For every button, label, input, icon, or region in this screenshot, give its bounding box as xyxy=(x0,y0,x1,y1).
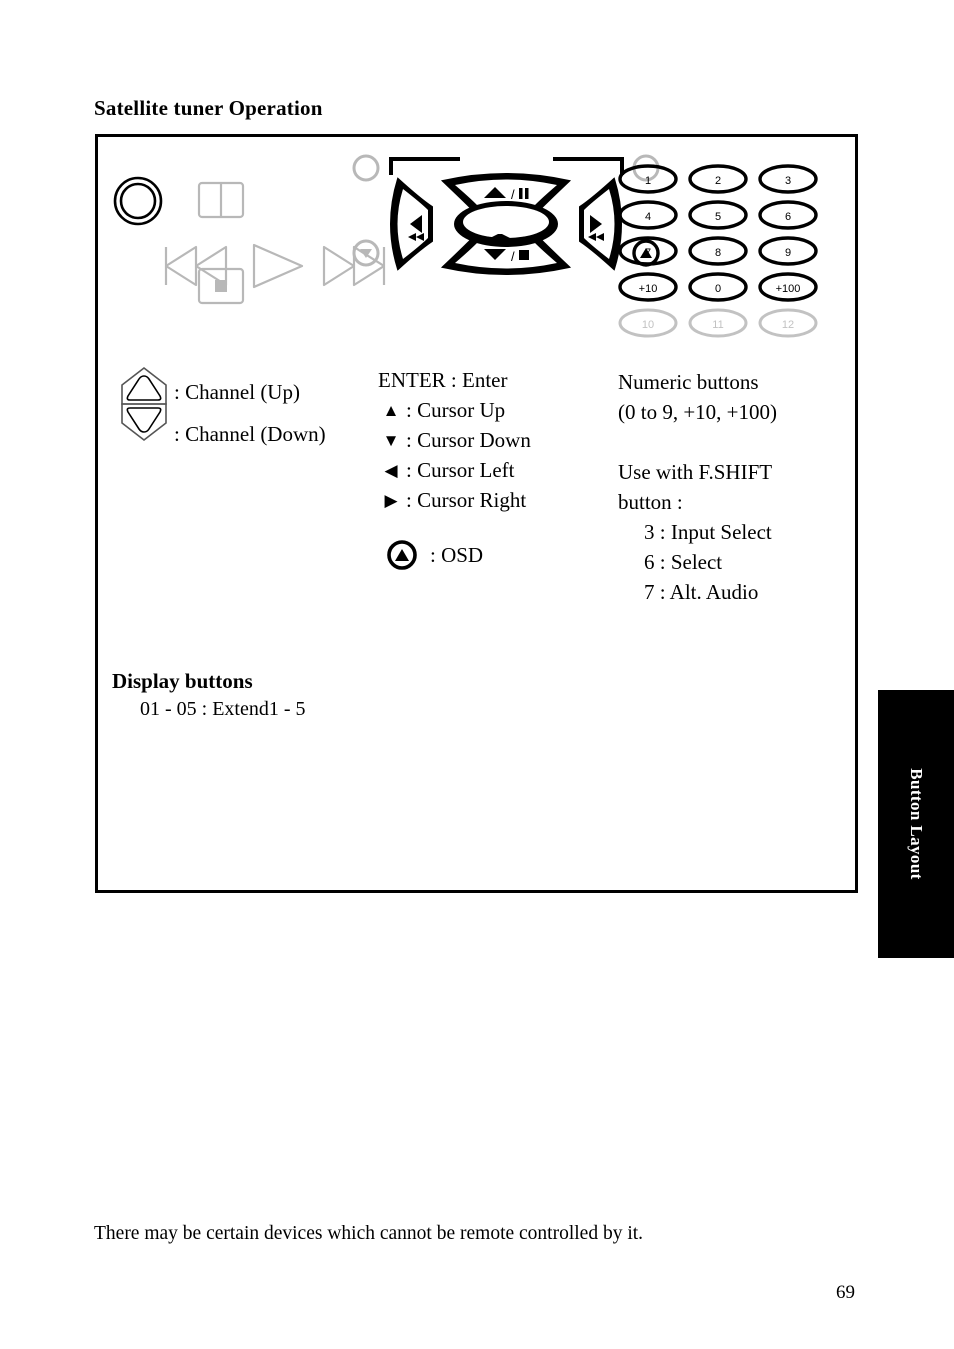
fshift-item: 6 : Select xyxy=(644,550,723,575)
stop-button-icon xyxy=(197,267,245,305)
svg-text:8: 8 xyxy=(715,247,721,259)
osd-legend-label: : OSD xyxy=(430,543,484,568)
side-tab-label: Button Layout xyxy=(907,768,926,880)
fshift-line-1: Use with F.SHIFT xyxy=(618,460,773,485)
channel-legend-labels: : Channel (Up) : Channel (Down) xyxy=(174,365,326,455)
legend-row-cursor-up: ▲ : Cursor Up xyxy=(378,395,618,425)
channel-legend-block: : Channel (Up) : Channel (Down) xyxy=(114,365,384,455)
svg-text:2: 2 xyxy=(715,175,721,187)
svg-text:3: 3 xyxy=(785,175,791,187)
navpad-bracket-left xyxy=(389,157,460,175)
numeric-keypad: 1 2 3 4 5 6 7 8 9 +10 0 +100 10 11 12 xyxy=(618,164,818,338)
enter-legend-label: ENTER : Enter xyxy=(378,368,508,392)
channel-up-label: : Channel (Up) xyxy=(174,380,300,404)
cursor-down-icon: ▼ xyxy=(382,430,400,450)
remote-control-diagram: / / 1 2 3 4 5 6 7 8 9 +10 0 +100 10 11 1… xyxy=(98,137,861,362)
navpad-corner-circle-bottom-left xyxy=(352,239,380,267)
fshift-line-2: button : xyxy=(618,490,683,515)
cursor-right-icon: ▶ xyxy=(384,490,398,510)
button-layout-panel: / / 1 2 3 4 5 6 7 8 9 +10 0 +100 10 11 1… xyxy=(95,134,858,893)
navpad-corner-circle-top-left xyxy=(352,154,380,182)
cursor-down-label: : Cursor Down xyxy=(406,428,531,453)
display-buttons-line: 01 - 05 : Extend1 - 5 xyxy=(140,698,306,720)
navpad-enter-button xyxy=(454,201,558,247)
svg-text:/: / xyxy=(511,187,515,202)
footer-note: There may be certain devices which canno… xyxy=(94,1223,644,1244)
svg-text:+100: +100 xyxy=(776,283,801,295)
cursor-left-icon: ◀ xyxy=(384,460,398,480)
channel-up-down-icon xyxy=(114,365,174,443)
svg-text:10: 10 xyxy=(642,319,654,331)
navpad-right-button xyxy=(579,177,622,271)
svg-text:11: 11 xyxy=(712,319,723,331)
fshift-item-list: 3 : Input Select 6 : Select 7 : Alt. Aud… xyxy=(644,517,858,607)
cursor-right-label: : Cursor Right xyxy=(406,488,527,513)
channel-down-label: : Channel (Down) xyxy=(174,422,326,446)
play-button-icon xyxy=(252,243,304,289)
display-buttons-section: Display buttons 01 - 05 : Extend1 - 5 xyxy=(112,669,306,721)
display-buttons-title: Display buttons xyxy=(112,669,253,693)
legend-numeric-column: Numeric buttons (0 to 9, +10, +100) Use … xyxy=(618,367,858,607)
svg-text:9: 9 xyxy=(785,247,791,259)
page-title: Satellite tuner Operation xyxy=(94,96,323,120)
navpad-bracket-right xyxy=(553,157,624,175)
legend-row-enter: ENTER : Enter xyxy=(378,365,618,395)
navpad-left-button xyxy=(390,177,433,271)
svg-text:7: 7 xyxy=(645,247,651,259)
rewind-button-icon xyxy=(164,245,228,287)
svg-text:1: 1 xyxy=(645,175,651,187)
cursor-up-label: : Cursor Up xyxy=(406,398,506,423)
fshift-item: 3 : Input Select xyxy=(644,520,772,545)
page-number: 69 xyxy=(836,1282,855,1303)
power-button-icon xyxy=(113,176,163,226)
legend-row-cursor-right: ▶ : Cursor Right xyxy=(378,485,618,515)
svg-text:0: 0 xyxy=(715,283,721,295)
legend-cursor-column: ENTER : Enter ▲ : Cursor Up ▼ : Cursor D… xyxy=(378,365,618,571)
svg-text:12: 12 xyxy=(782,319,794,331)
svg-text:5: 5 xyxy=(715,211,721,223)
legend-row-cursor-down: ▼ : Cursor Down xyxy=(378,425,618,455)
svg-text:+10: +10 xyxy=(639,283,658,295)
legend-row-osd: : OSD xyxy=(386,539,618,571)
cursor-up-icon: ▲ xyxy=(382,400,400,420)
legend-row-cursor-left: ◀ : Cursor Left xyxy=(378,455,618,485)
fshift-item: 7 : Alt. Audio xyxy=(644,580,759,605)
svg-text:/: / xyxy=(511,249,515,264)
osd-legend-icon xyxy=(386,539,422,571)
numeric-buttons-title: Numeric buttons xyxy=(618,370,759,394)
cursor-left-label: : Cursor Left xyxy=(406,458,515,483)
svg-text:4: 4 xyxy=(645,211,651,223)
pause-button-icon xyxy=(197,181,245,219)
numeric-buttons-range: (0 to 9, +10, +100) xyxy=(618,400,778,425)
svg-text:6: 6 xyxy=(785,211,791,223)
section-side-tab: Button Layout xyxy=(878,690,954,958)
legend-channel-column: : Channel (Up) : Channel (Down) xyxy=(114,365,384,455)
